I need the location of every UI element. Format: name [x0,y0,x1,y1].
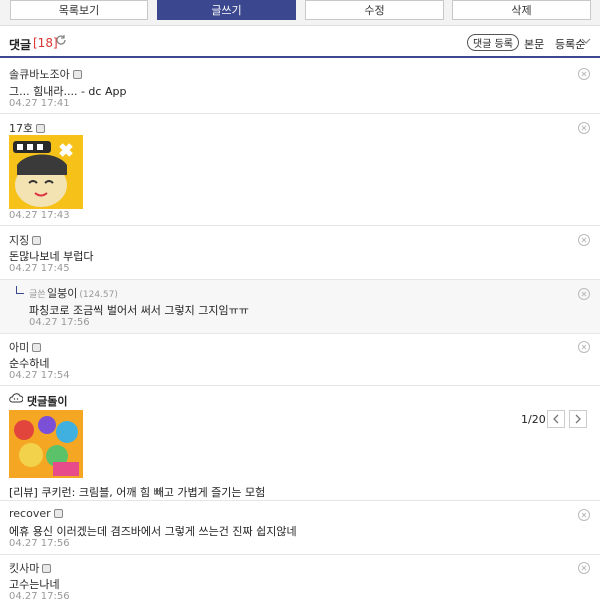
comment-body: 순수하네 [9,357,50,370]
comment-body: 고수는나네 [9,578,60,591]
bot-title: 댓글돌이 [27,395,68,408]
top-toolbar: 목록보기 글쓰기 수정 삭제 [0,0,600,26]
delete-comment-icon[interactable] [578,341,590,353]
next-button[interactable] [569,410,587,428]
comment-body: 파칭코로 조금씩 벌어서 써서 그렇지 그지임ㅠㅠ [29,304,249,317]
comment-nick[interactable]: 일붕이 (124.57) [47,285,118,301]
delete-comment-icon[interactable] [578,122,590,134]
chevron-down-icon[interactable] [581,37,591,45]
comment-nick[interactable]: 17호 [9,120,46,136]
comment-nick[interactable]: 아미 [9,339,42,355]
member-badge-icon [32,236,42,245]
chevron-left-icon [553,414,559,424]
bot-cloud-icon [9,393,23,403]
comment-date: 04.27 17:45 [9,263,70,274]
member-badge-icon [72,70,82,79]
comment-date: 04.27 17:56 [9,591,70,602]
comment-date: 04.27 17:56 [9,538,70,549]
sticker-image [9,135,83,209]
comment-row: 킷사마 고수는나네 04.27 17:56 [0,555,600,610]
member-badge-icon [53,509,63,518]
delete-comment-icon[interactable] [578,509,590,521]
comment-bot-block: 댓글돌이 1/20 [리뷰] 쿠키런: 크림블, 어깨 힘 빼고 가볍게 즐기는… [0,386,600,501]
comment-date: 04.27 17:43 [9,210,70,221]
chevron-right-icon [575,414,581,424]
delete-comment-icon[interactable] [578,68,590,80]
comments-header: 댓글 [18] 댓글 등록 본문 등록순 [0,28,600,58]
comment-body: 그... 힘내라.... - dc App [9,85,127,98]
comment-row: 지징 돈많나보네 부럽다 04.27 17:45 [0,226,600,280]
sort-body-button[interactable]: 본문 [524,36,544,52]
comment-row: 17호 04.27 17:43 [0,114,600,226]
comment-date: 04.27 17:41 [9,98,70,109]
comment-nick[interactable]: recover [9,507,63,520]
delete-comment-icon[interactable] [578,562,590,574]
comment-row: recover 에휴 용신 이러겠는데 겸즈바에서 그렇게 쓰는건 진짜 쉽지않… [0,501,600,555]
bot-pager: 1/20 [521,413,546,426]
comments-count: [18] [33,36,58,50]
delete-button[interactable]: 삭제 [452,0,591,20]
delete-comment-icon[interactable] [578,234,590,246]
comments-title: 댓글 [9,38,32,52]
comment-nick[interactable]: 킷사마 [9,560,52,576]
comment-date: 04.27 17:56 [29,317,90,328]
comment-body: 에휴 용신 이러겠는데 겸즈바에서 그렇게 쓰는건 진짜 쉽지않네 [9,525,297,538]
list-button[interactable]: 목록보기 [10,0,148,20]
member-badge-icon [32,343,42,352]
reply-arrow-icon [16,286,24,294]
edit-button[interactable]: 수정 [305,0,444,20]
comment-row: 아미 순수하네 04.27 17:54 [0,334,600,386]
delete-comment-icon[interactable] [578,288,590,300]
comment-nick[interactable]: 솔큐바노조아 [9,66,82,82]
bot-thumbnail[interactable] [9,410,83,478]
write-button[interactable]: 글쓰기 [157,0,296,20]
comment-row: 솔큐바노조아 그... 힘내라.... - dc App 04.27 17:41 [0,60,600,114]
comment-nick[interactable]: 지징 [9,232,42,248]
register-comment-button[interactable]: 댓글 등록 [467,34,519,51]
refresh-icon[interactable] [55,34,67,46]
comment-body: 돈많나보네 부럽다 [9,250,94,263]
reply-row: 글쓴 일붕이 (124.57) 파칭코로 조금씩 벌어서 써서 그렇지 그지임ㅠㅠ… [0,280,600,334]
comment-ip: (124.57) [79,290,118,300]
comment-date: 04.27 17:54 [9,370,70,381]
prev-button[interactable] [547,410,565,428]
author-tag: 글쓴 [29,290,46,300]
member-badge-icon [42,564,52,573]
bot-caption-link[interactable]: [리뷰] 쿠키런: 크림블, 어깨 힘 빼고 가볍게 즐기는 모험 [9,484,265,500]
member-badge-icon [36,124,46,133]
